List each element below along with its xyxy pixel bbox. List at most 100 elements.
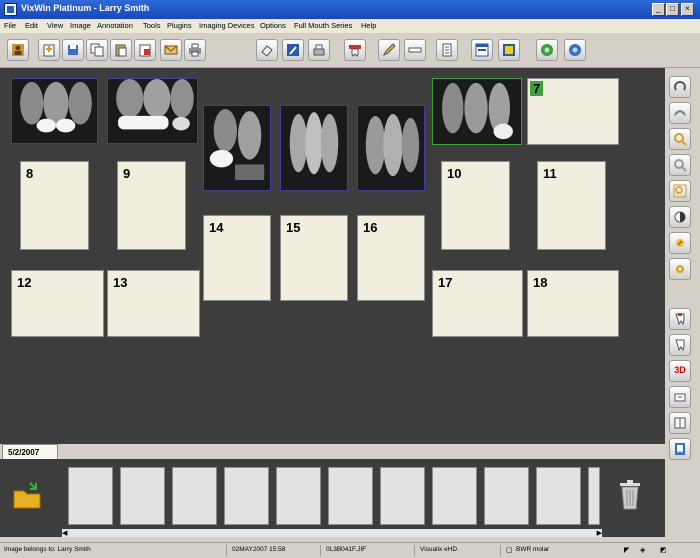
slot-number: 16: [363, 220, 378, 235]
menu-view[interactable]: View: [47, 21, 63, 30]
slot-12[interactable]: 12: [11, 270, 104, 337]
monitor-icon: ▢: [506, 547, 513, 554]
slot-number: 9: [123, 166, 131, 181]
menu-options[interactable]: Options: [260, 21, 286, 30]
xray-bitewing-premolar[interactable]: [107, 78, 198, 144]
export-button[interactable]: [669, 386, 691, 408]
slot-number: 14: [209, 220, 224, 235]
contrast-button[interactable]: [669, 206, 691, 228]
xray-periapical-anterior[interactable]: [280, 105, 348, 191]
slot-18[interactable]: 18: [527, 270, 619, 337]
xray-bitewing-left-selected[interactable]: [432, 78, 522, 145]
menu-edit[interactable]: Edit: [25, 21, 38, 30]
thumbnail-slot[interactable]: [276, 467, 321, 525]
export-icon: [674, 393, 686, 402]
rotate-button[interactable]: [669, 76, 691, 98]
tooth-button[interactable]: [344, 39, 366, 61]
clipboard-button[interactable]: [134, 39, 156, 61]
zoom-in-button[interactable]: [669, 128, 691, 150]
thumbnail-slot[interactable]: [536, 467, 581, 525]
date-tab[interactable]: 5/2/2007: [2, 444, 58, 460]
zoom-out-button[interactable]: [669, 154, 691, 176]
slot-9[interactable]: 9: [117, 161, 186, 250]
series-button[interactable]: [498, 39, 520, 61]
xray-bitewing-right[interactable]: [11, 78, 98, 144]
patient-button[interactable]: [7, 39, 29, 61]
slot-8[interactable]: 8: [20, 161, 89, 250]
sharpen-button[interactable]: [669, 258, 691, 280]
scroll-left-icon[interactable]: ◀: [62, 529, 67, 537]
slot-number: 11: [543, 166, 557, 181]
thumbnail-slot[interactable]: [172, 467, 217, 525]
maximize-button[interactable]: □: [666, 3, 679, 16]
menu-file[interactable]: File: [4, 21, 16, 30]
open-folder-button[interactable]: [12, 481, 42, 511]
thumbnail-slot[interactable]: [380, 467, 425, 525]
thumbnail-slot[interactable]: [68, 467, 113, 525]
zoom-window-button[interactable]: [669, 180, 691, 202]
eraser-button[interactable]: [256, 39, 278, 61]
thumbnail-slot[interactable]: [484, 467, 529, 525]
brightness-button[interactable]: [669, 232, 691, 254]
minimize-button[interactable]: _: [652, 3, 665, 16]
print-button[interactable]: [184, 39, 206, 61]
book-button[interactable]: [669, 412, 691, 434]
menu-annotation[interactable]: Annotation: [97, 21, 133, 30]
menu-imaging-devices[interactable]: Imaging Devices: [199, 21, 254, 30]
help-button[interactable]: [536, 39, 558, 61]
email-button[interactable]: [160, 39, 182, 61]
grid-icon: [503, 44, 515, 56]
slot-10[interactable]: 10: [441, 161, 510, 250]
scroll-right-icon[interactable]: ▶: [597, 529, 602, 537]
dental-chart-button[interactable]: [669, 334, 691, 356]
xray-image: [12, 79, 97, 143]
close-button[interactable]: ×: [681, 3, 694, 16]
save-button[interactable]: [62, 39, 84, 61]
thumbnail-slot[interactable]: [588, 467, 600, 525]
menu-tools[interactable]: Tools: [143, 21, 161, 30]
tooth-icon: [349, 45, 361, 57]
thumbnail-slot[interactable]: [432, 467, 477, 525]
menu-image[interactable]: Image: [70, 21, 91, 30]
caliper-button[interactable]: [436, 39, 458, 61]
thumbnail-scrollbar[interactable]: ◀ ▶: [62, 529, 602, 537]
info-button[interactable]: [564, 39, 586, 61]
thumbnail-slot[interactable]: [120, 467, 165, 525]
annotate-button[interactable]: [282, 39, 304, 61]
thumbnail-slot[interactable]: [328, 467, 373, 525]
view-3d-button[interactable]: 3D: [669, 360, 691, 382]
scanner-button[interactable]: [308, 39, 330, 61]
ruler-button[interactable]: [404, 39, 426, 61]
slot-11[interactable]: 11: [537, 161, 606, 250]
copy-button[interactable]: [86, 39, 108, 61]
slot-14[interactable]: 14: [203, 215, 271, 301]
menu-plugins[interactable]: Plugins: [167, 21, 192, 30]
xray-periapical-lower-left[interactable]: [357, 105, 425, 191]
import-button[interactable]: [38, 39, 60, 61]
zoom-box-icon: [673, 184, 687, 198]
xray-periapical-lower-right[interactable]: [203, 105, 271, 191]
window-layout-icon: [475, 43, 489, 57]
menu-full-mouth-series[interactable]: Full Mouth Series: [294, 21, 352, 30]
tooth-view-button[interactable]: [669, 308, 691, 330]
slot-15[interactable]: 15: [280, 215, 348, 301]
app-icon[interactable]: [4, 3, 17, 16]
measure-button[interactable]: [378, 39, 400, 61]
sharpen-icon: [676, 265, 684, 273]
slot-16[interactable]: 16: [357, 215, 425, 301]
import-icon: [43, 44, 55, 57]
slot-7[interactable]: 7: [527, 78, 619, 145]
slot-17[interactable]: 17: [432, 270, 523, 337]
trash-button[interactable]: [618, 479, 642, 511]
trash-icon: [620, 480, 640, 510]
printer-icon: [189, 43, 201, 57]
paste-button[interactable]: [110, 39, 132, 61]
slot-13[interactable]: 13: [107, 270, 200, 337]
tooth-info-button[interactable]: [669, 438, 691, 460]
flip-button[interactable]: [669, 102, 691, 124]
caliper-icon: [442, 43, 452, 57]
status-date: 02MAY2007 15:58: [232, 546, 286, 553]
menu-help[interactable]: Help: [361, 21, 376, 30]
thumbnail-slot[interactable]: [224, 467, 269, 525]
layout-button[interactable]: [471, 39, 493, 61]
